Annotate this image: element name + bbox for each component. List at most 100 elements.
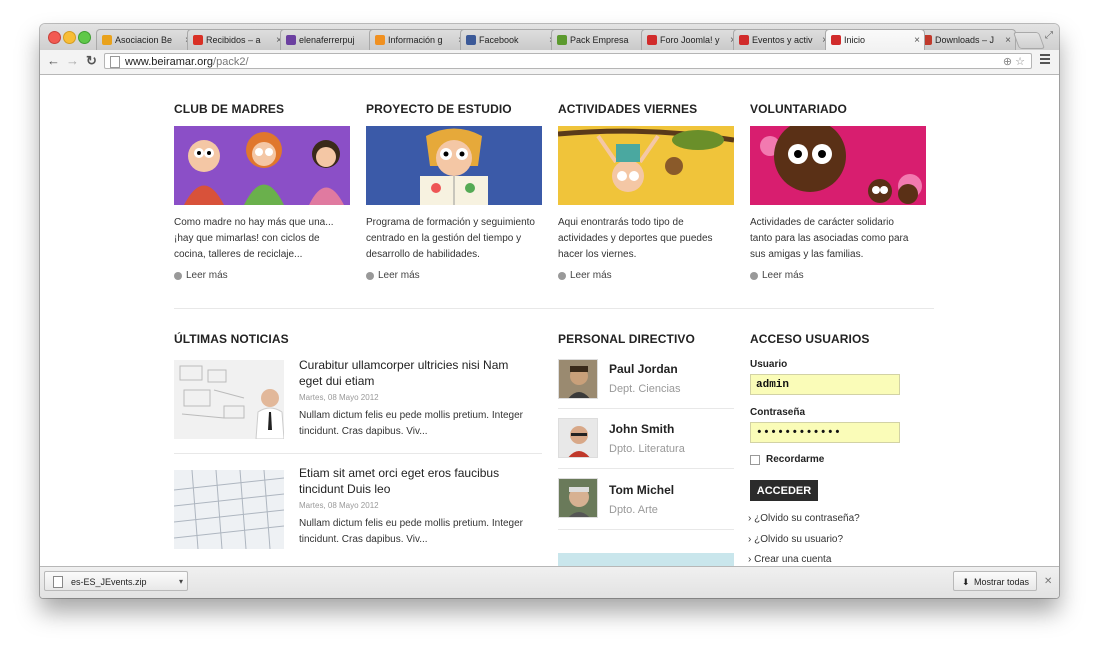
bullet-icon bbox=[366, 271, 374, 280]
joomla-icon bbox=[102, 35, 112, 45]
feature-title-1: CLUB DE MADRES bbox=[174, 102, 285, 116]
address-bar[interactable]: www.beiramar.org/pack2/ ⊕ ☆ bbox=[104, 53, 1032, 69]
bullet-icon bbox=[750, 271, 758, 280]
staff-name-1[interactable]: Paul Jordan bbox=[609, 362, 678, 376]
staff-heading: PERSONAL DIRECTIVO bbox=[558, 332, 695, 346]
fullscreen-icon[interactable]: ⤢ bbox=[1045, 30, 1053, 41]
feature-image-3[interactable] bbox=[558, 126, 734, 205]
tab-7[interactable]: Foro Joomla! y× bbox=[641, 29, 741, 50]
staff-dept-1: Dept. Ciencias bbox=[609, 383, 681, 395]
news-title-1[interactable]: Curabitur ullamcorper ultricies nisi Nam… bbox=[299, 357, 508, 389]
tab-title: Foro Joomla! y bbox=[660, 35, 720, 45]
gmail-icon bbox=[193, 35, 203, 45]
staff-name-3[interactable]: Tom Michel bbox=[609, 483, 674, 497]
remember-me[interactable]: Recordarme bbox=[750, 454, 824, 465]
remember-label: Recordarme bbox=[766, 454, 825, 465]
w-icon bbox=[739, 35, 749, 45]
tab-title: Inicio bbox=[844, 35, 866, 45]
tab-close-icon[interactable]: × bbox=[1005, 35, 1011, 46]
tab-4[interactable]: Información g× bbox=[369, 29, 469, 50]
news-heading: ÚLTIMAS NOTICIAS bbox=[174, 332, 289, 346]
web-page: CLUB DE MADRES Como madre no hay más que… bbox=[40, 75, 1059, 566]
tab-2[interactable]: Recibidos – a× bbox=[187, 29, 287, 50]
login-button[interactable]: ACCEDER bbox=[750, 480, 818, 501]
browser-window: Asociacion Be×Recibidos – a×elenaferrerp… bbox=[40, 24, 1059, 598]
read-more-link-2[interactable]: Leer más bbox=[366, 270, 420, 281]
new-tab-button[interactable] bbox=[1012, 32, 1046, 49]
staff-divider bbox=[558, 408, 734, 409]
window-minimize-button[interactable] bbox=[63, 31, 76, 44]
tab-9[interactable]: Inicio × bbox=[825, 29, 925, 50]
bookmark-star-icon[interactable]: ☆ bbox=[1015, 56, 1025, 68]
tab-3[interactable]: elenaferrerpuj× bbox=[280, 29, 380, 50]
mail-icon bbox=[375, 35, 385, 45]
news-body-1: Nullam dictum felis eu pede mollis preti… bbox=[299, 410, 523, 437]
tab-title: Pack Empresa bbox=[570, 35, 629, 45]
w-icon bbox=[831, 35, 841, 45]
tab-title: Facebook bbox=[479, 35, 519, 45]
back-button[interactable]: ← bbox=[47, 53, 60, 69]
staff-name-2[interactable]: John Smith bbox=[609, 422, 674, 436]
tab-title: Eventos y activ bbox=[752, 35, 813, 45]
download-bar: es-ES_JEvents.zip ▾ ⬇ Mostrar todas ✕ bbox=[40, 566, 1059, 598]
file-icon bbox=[53, 576, 63, 588]
facebook-icon bbox=[466, 35, 476, 45]
password-input[interactable] bbox=[750, 422, 900, 443]
window-maximize-button[interactable] bbox=[78, 31, 91, 44]
menu-icon[interactable] bbox=[1040, 54, 1050, 66]
feature-desc-4: Actividades de carácter solidario tanto p… bbox=[750, 217, 909, 260]
bullet-icon bbox=[558, 271, 566, 280]
news-title-2[interactable]: Etiam sit amet orci eget eros faucibus ti… bbox=[299, 465, 499, 497]
tab-close-icon[interactable]: × bbox=[914, 35, 920, 46]
feature-desc-1: Como madre no hay más que una... ¡hay que… bbox=[174, 217, 334, 260]
news-date-2: Martes, 08 Mayo 2012 bbox=[299, 501, 379, 510]
feature-desc-3: Aqui enontrarás todo tipo de actividades … bbox=[558, 217, 713, 260]
banner-box bbox=[558, 553, 734, 566]
read-more-link-4[interactable]: Leer más bbox=[750, 270, 804, 281]
tab-6[interactable]: Pack Empresa× bbox=[551, 29, 651, 50]
username-input[interactable] bbox=[750, 374, 900, 395]
read-more-link-1[interactable]: Leer más bbox=[174, 270, 228, 281]
news-image-1[interactable] bbox=[174, 360, 284, 439]
zoom-icon[interactable]: ⊕ bbox=[1003, 56, 1012, 68]
forgot-username-link[interactable]: › ¿Olvido su usuario? bbox=[748, 534, 843, 545]
feature-image-2[interactable] bbox=[366, 126, 542, 205]
login-heading: ACCESO USUARIOS bbox=[750, 332, 870, 346]
feature-image-1[interactable] bbox=[174, 126, 350, 205]
yahoo-mail-icon bbox=[286, 35, 296, 45]
tab-10[interactable]: Downloads – J × bbox=[916, 29, 1016, 50]
forward-button[interactable]: → bbox=[66, 53, 79, 69]
chevron-down-icon[interactable]: ▾ bbox=[179, 572, 183, 592]
bullet-icon bbox=[174, 271, 182, 280]
tab-1[interactable]: Asociacion Be× bbox=[96, 29, 196, 50]
download-filename: es-ES_JEvents.zip bbox=[71, 577, 147, 587]
tab-8[interactable]: Eventos y activ× bbox=[733, 29, 833, 50]
tab-title: Downloads – J bbox=[935, 35, 995, 45]
news-image-2[interactable] bbox=[174, 470, 284, 549]
show-all-downloads-button[interactable]: ⬇ Mostrar todas bbox=[953, 571, 1037, 591]
staff-divider bbox=[558, 468, 734, 469]
remember-checkbox[interactable] bbox=[750, 454, 760, 465]
close-icon[interactable]: ✕ bbox=[1044, 576, 1052, 587]
avatar[interactable] bbox=[558, 418, 598, 458]
browser-toolbar: ← → ↻ www.beiramar.org/pack2/ ⊕ ☆ bbox=[40, 50, 1059, 75]
avatar[interactable] bbox=[558, 478, 598, 518]
window-close-button[interactable] bbox=[48, 31, 61, 44]
forgot-password-link[interactable]: › ¿Olvido su contraseña? bbox=[748, 513, 860, 524]
section-divider bbox=[174, 308, 934, 309]
reload-button[interactable]: ↻ bbox=[86, 53, 97, 69]
download-item[interactable]: es-ES_JEvents.zip ▾ bbox=[44, 571, 188, 591]
feature-title-2: PROYECTO DE ESTUDIO bbox=[366, 102, 512, 116]
tab-title: elenaferrerpuj bbox=[299, 35, 355, 45]
joomla-icon bbox=[557, 35, 567, 45]
tab-title: Recibidos – a bbox=[206, 35, 261, 45]
tab-strip: Asociacion Be×Recibidos – a×elenaferrerp… bbox=[40, 24, 1059, 50]
feature-title-4: VOLUNTARIADO bbox=[750, 102, 847, 116]
tab-5[interactable]: Facebook× bbox=[460, 29, 560, 50]
read-more-link-3[interactable]: Leer más bbox=[558, 270, 612, 281]
feature-image-4[interactable] bbox=[750, 126, 926, 205]
create-account-link[interactable]: › Crear una cuenta bbox=[748, 554, 831, 565]
feature-desc-2: Programa de formación y seguimiento centr… bbox=[366, 217, 535, 260]
feature-title-3: ACTIVIDADES VIERNES bbox=[558, 102, 698, 116]
avatar[interactable] bbox=[558, 359, 598, 399]
